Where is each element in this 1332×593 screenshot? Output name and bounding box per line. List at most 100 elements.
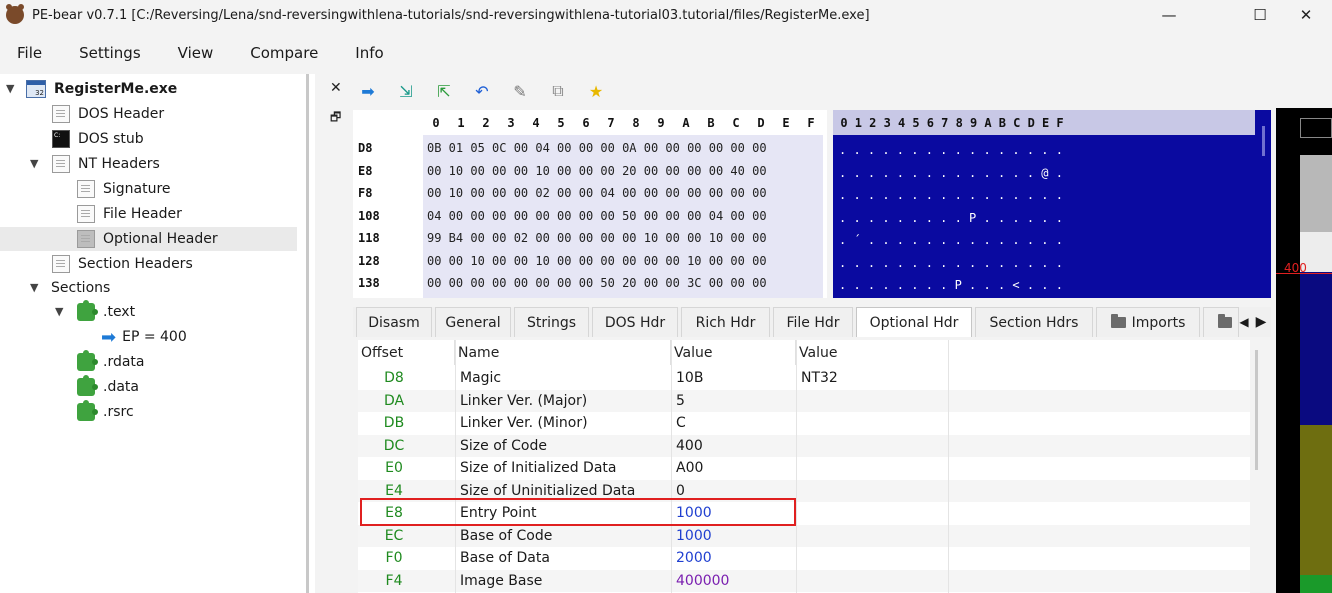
pin-icon[interactable]: ✎ [506, 79, 534, 103]
ascii-row[interactable]: . . . . . . . . . . . . . . . . [839, 143, 1063, 157]
menu-settings[interactable]: Settings [79, 44, 141, 62]
menu-info[interactable]: Info [355, 44, 383, 62]
offset-cell: DB [383, 415, 405, 432]
tab-general[interactable]: General [435, 307, 511, 337]
tab-label: Imports [1131, 314, 1186, 331]
ascii-row[interactable]: . ´ . . . . . . . . . . . . . . [839, 233, 1063, 247]
star-icon[interactable]: ★ [582, 79, 610, 103]
dock-float-icon[interactable]: 🗗 [330, 108, 341, 129]
tree-item-optional-header[interactable]: Optional Header [0, 227, 297, 251]
undo-icon[interactable]: ↶ [468, 79, 496, 103]
menu-view[interactable]: View [178, 44, 214, 62]
tab-rich-hdr[interactable]: Rich Hdr [681, 307, 770, 337]
chevron-down-icon[interactable]: ▼ [30, 281, 38, 294]
maximize-button[interactable]: ☐ [1237, 0, 1283, 30]
tree-item-entry-point[interactable]: ➡ EP = 400 [101, 325, 187, 349]
ascii-row[interactable]: . . . . . . . . P . . . < . . . [839, 278, 1063, 292]
export-icon[interactable]: ⇱ [430, 79, 458, 103]
table-row[interactable]: F4 Image Base 400000 [358, 569, 1250, 593]
ascii-row[interactable]: . . . . . . . . . . . . . . @ . [839, 166, 1063, 180]
tree-item-rsrc-section[interactable]: .rsrc [77, 400, 134, 424]
tree-item-signature[interactable]: Signature [77, 177, 171, 201]
menu-file[interactable]: File [17, 44, 42, 62]
tab-section-hdrs[interactable]: Section Hdrs [975, 307, 1093, 337]
hex-bytes-row[interactable]: 99 B4 00 00 02 00 00 00 00 00 10 00 00 1… [427, 231, 767, 245]
overview-marker-label: 400 [1284, 261, 1307, 275]
tree-item-sections[interactable]: Sections [51, 276, 110, 300]
tab-strings[interactable]: Strings [514, 307, 589, 337]
column-header-value[interactable]: Value [671, 340, 796, 365]
file-overview-strip[interactable] [1276, 108, 1332, 593]
hex-column-label: 2 [482, 116, 490, 130]
name-cell: Size of Code [460, 437, 547, 454]
value-cell: A00 [676, 460, 704, 477]
chevron-down-icon[interactable]: ▼ [6, 82, 14, 95]
column-header-offset[interactable]: Offset [358, 340, 455, 365]
hex-bytes-row[interactable]: 00 10 00 00 00 10 00 00 00 20 00 00 00 0… [427, 164, 767, 178]
tree-scrollbar[interactable] [306, 74, 309, 593]
tree-item-dos-header[interactable]: DOS Header [52, 102, 164, 126]
tab-bar: Disasm General Strings DOS Hdr Rich Hdr … [353, 307, 1271, 337]
ascii-row[interactable]: . . . . . . . . . . . . . . . . [839, 188, 1063, 202]
tree-item-nt-headers[interactable]: NT Headers [52, 152, 160, 176]
dock-close-icon[interactable]: ✕ [330, 80, 342, 96]
ascii-row[interactable]: . . . . . . . . . P . . . . . . [839, 211, 1063, 225]
tab-truncated[interactable] [1203, 307, 1239, 337]
tab-scroll-right-icon[interactable]: ▶ [1255, 308, 1267, 336]
table-row[interactable]: EC Base of Code 1000 [358, 524, 1250, 547]
tab-optional-hdr[interactable]: Optional Hdr [856, 307, 972, 337]
tab-disasm[interactable]: Disasm [356, 307, 432, 337]
ascii-column-label: F [1056, 116, 1064, 130]
tree-item-data-section[interactable]: .data [77, 375, 139, 399]
hex-bytes-row[interactable]: 00 00 00 00 00 00 00 00 50 20 00 00 3C 0… [427, 276, 767, 290]
column-header-value-2[interactable]: Value [796, 340, 949, 365]
ascii-view[interactable]: 0123456789ABCDEF . . . . . . . . . . . .… [833, 110, 1271, 298]
ascii-scrollbar[interactable] [1262, 126, 1265, 156]
chevron-down-icon[interactable]: ▼ [55, 305, 63, 318]
table-row[interactable]: DA Linker Ver. (Major) 5 [358, 389, 1250, 412]
value2-cell [798, 435, 801, 458]
tree-item-file-header[interactable]: File Header [77, 202, 182, 226]
hex-bytes-row[interactable]: 00 10 00 00 00 02 00 00 04 00 00 00 00 0… [427, 186, 767, 200]
chevron-down-icon[interactable]: ▼ [30, 157, 38, 170]
tree-item-section-headers[interactable]: Section Headers [52, 252, 193, 276]
tab-imports[interactable]: Imports [1096, 307, 1200, 337]
close-button[interactable]: ✕ [1283, 0, 1329, 30]
value2-cell [798, 412, 801, 435]
table-row[interactable]: F0 Base of Data 2000 [358, 547, 1250, 570]
table-scrollbar[interactable] [1255, 350, 1258, 470]
table-row[interactable]: DC Size of Code 400 [358, 434, 1250, 458]
name-cell: Linker Ver. (Minor) [460, 415, 588, 432]
hex-view[interactable]: 0 1 2 3 4 5 6 7 8 9 A B C D E F D8 E8 F8 108 118 128 138 0B 0… [353, 110, 827, 298]
value2-cell [798, 570, 801, 593]
value-cell: 2000 [676, 550, 712, 567]
value-cell: 400 [676, 437, 703, 454]
hex-address: E8 [358, 163, 373, 178]
hex-bytes-row[interactable]: 04 00 00 00 00 00 00 00 00 50 00 00 00 0… [427, 209, 767, 223]
column-divider [948, 340, 949, 593]
menu-compare[interactable]: Compare [250, 44, 318, 62]
tab-file-hdr[interactable]: File Hdr [773, 307, 853, 337]
minimize-button[interactable]: — [1146, 0, 1192, 30]
ascii-row[interactable]: . . . . . . . . . . . . . . . . [839, 256, 1063, 270]
column-header-name[interactable]: Name [455, 340, 671, 365]
ascii-column-label: 2 [869, 116, 877, 130]
tree-item-rdata-section[interactable]: .rdata [77, 350, 145, 374]
import-icon[interactable]: ⇲ [392, 79, 420, 103]
pe-bear-window: PE-bear v0.7.1 [C:/Reversing/Lena/snd-re… [0, 0, 1332, 593]
arrow-right-icon[interactable]: ➡ [354, 79, 382, 103]
hex-bytes-row[interactable]: 00 00 10 00 00 10 00 00 00 00 00 00 10 0… [427, 254, 767, 268]
copy-icon[interactable]: ⧉ [544, 79, 572, 103]
tree-item-label: File Header [103, 206, 182, 222]
tree-item-registerme-exe[interactable]: RegisterMe.exe [26, 77, 177, 101]
hex-bytes-row[interactable]: 0B 01 05 0C 00 04 00 00 00 0A 00 00 00 0… [427, 141, 767, 155]
table-row[interactable]: DB Linker Ver. (Minor) C [358, 412, 1250, 435]
tree-item-text-section[interactable]: .text [77, 300, 135, 324]
tab-dos-hdr[interactable]: DOS Hdr [592, 307, 678, 337]
tree-item-dos-stub[interactable]: DOS stub [52, 127, 144, 151]
table-row[interactable]: D8 Magic 10B NT32 [358, 367, 1250, 390]
document-icon [52, 105, 70, 123]
table-row[interactable]: E0 Size of Initialized Data A00 [358, 457, 1250, 480]
column-divider [671, 340, 672, 593]
tab-scroll-left-icon[interactable]: ◀ [1238, 308, 1250, 336]
